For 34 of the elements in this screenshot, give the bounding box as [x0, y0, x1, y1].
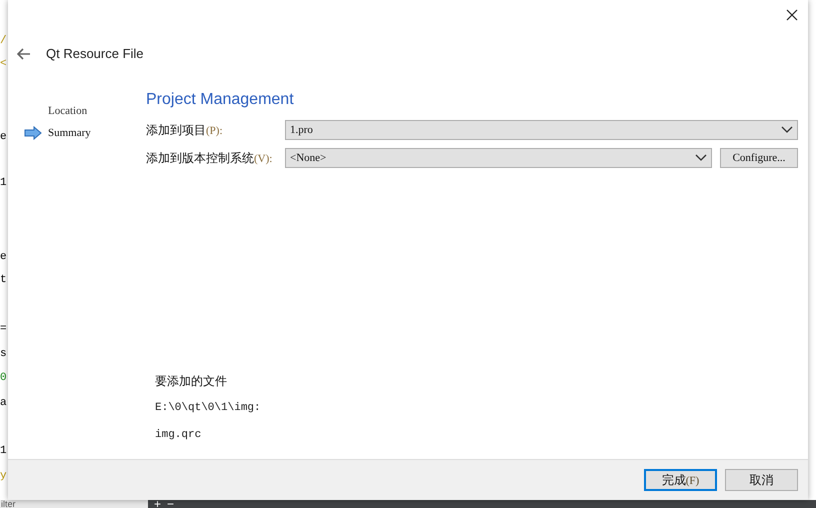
code-fragment: 1	[0, 444, 7, 458]
configure-button[interactable]: Configure...	[720, 148, 798, 168]
back-button[interactable]	[16, 46, 32, 62]
files-path: E:\0\qt\0\1\img:	[155, 401, 262, 416]
combo-box[interactable]: <None>	[285, 148, 712, 168]
combo-box[interactable]: 1.pro	[285, 120, 798, 140]
code-fragment: s	[0, 347, 7, 361]
remove-button[interactable]: −	[167, 500, 174, 508]
page-heading: Project Management	[146, 90, 295, 110]
wizard-step: Location	[48, 102, 88, 120]
code-fragment: =	[0, 322, 7, 336]
add-button[interactable]: +	[154, 500, 162, 508]
wizard-step: Summary	[48, 124, 91, 142]
code-fragment: <	[0, 57, 7, 71]
dialog-button[interactable]: 取消	[725, 469, 798, 491]
chevron-down-icon	[781, 126, 793, 134]
chevron-down-icon	[695, 154, 707, 162]
field-label: 添加到项目(P):	[146, 122, 224, 139]
field-label: 添加到版本控制系统(V):	[146, 150, 274, 167]
dialog-button[interactable]: 完成(F)	[644, 469, 717, 491]
filter-label: ilter	[0, 500, 16, 508]
files-heading: 要添加的文件	[155, 373, 228, 390]
code-fragment: /	[0, 34, 7, 48]
code-fragment: e	[0, 250, 7, 264]
code-fragment: t	[0, 273, 7, 287]
wizard-title: Qt Resource File	[46, 45, 144, 64]
code-fragment: 0	[0, 371, 7, 385]
code-fragment: 1	[0, 176, 7, 190]
close-icon	[786, 9, 798, 21]
code-fragment: y	[0, 469, 7, 483]
file-name: img.qrc	[155, 428, 202, 442]
back-arrow-icon	[17, 48, 31, 60]
code-fragment: e	[0, 130, 7, 144]
code-fragment: a	[0, 396, 7, 410]
